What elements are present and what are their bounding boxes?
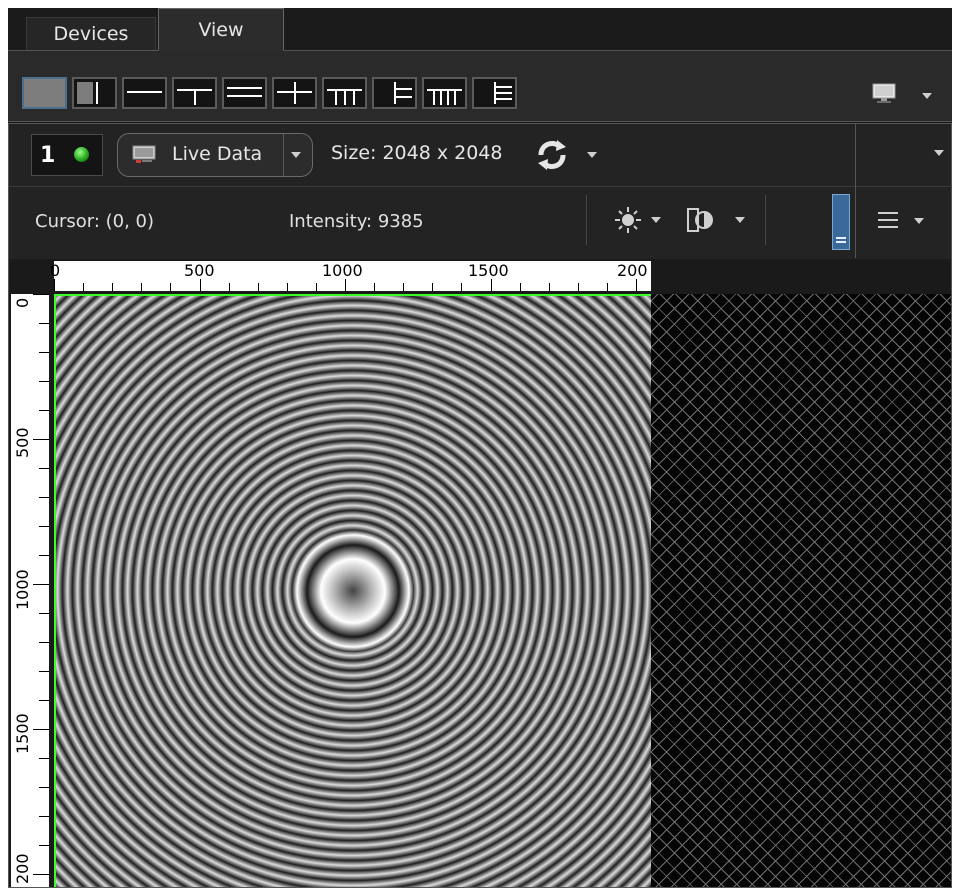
layout-toolbar — [8, 51, 952, 122]
layout-one-top-five-bottom-button[interactable] — [422, 77, 467, 109]
ruler-scale: 0 500 1000 1500 200 — [50, 261, 651, 291]
chevron-down-icon[interactable] — [934, 150, 944, 156]
layout-three-rows-button[interactable] — [222, 77, 267, 109]
chevron-down-icon — [922, 93, 932, 99]
interference-image[interactable] — [54, 294, 651, 887]
divider — [586, 195, 587, 245]
scrollbar-thumb[interactable] — [832, 194, 850, 250]
cursor-position-text: Cursor: (0, 0) — [35, 211, 155, 232]
ruler-label: 1500 — [468, 261, 509, 280]
contrast-icon[interactable] — [685, 205, 715, 235]
brightness-icon[interactable] — [613, 205, 643, 235]
horizontal-ruler: 0 500 1000 1500 200 — [9, 259, 951, 294]
refresh-icon[interactable] — [535, 138, 569, 172]
ruler-label: 1500 — [13, 713, 32, 754]
ruler-label: 0 — [50, 261, 61, 280]
layout-left-plus-three-right-button[interactable] — [372, 77, 417, 109]
chevron-down-icon[interactable] — [914, 218, 924, 224]
ruler-label: 200 — [617, 261, 648, 280]
ruler-label: 1000 — [13, 569, 32, 610]
ruler-label: 1000 — [322, 261, 363, 280]
divider — [765, 195, 766, 245]
viewer-status-bar: Cursor: (0, 0) Intensity: 9385 — [9, 186, 855, 259]
ruler-label: 500 — [184, 261, 215, 280]
ruler-label: 0 — [13, 297, 32, 308]
layout-left-plus-four-right-button[interactable] — [472, 77, 517, 109]
refresh-dropdown-arrow-icon[interactable] — [587, 152, 597, 158]
image-viewer-panel: 1 Live Data Size: 2048 x 2048 Cursor: (0… — [8, 123, 952, 888]
layout-display-dropdown[interactable] — [866, 79, 936, 109]
source-label: Live Data — [172, 143, 263, 165]
dropdown-divider — [283, 134, 284, 176]
divider — [856, 186, 952, 187]
roi-border-top — [54, 294, 651, 296]
monitor-icon — [872, 83, 896, 103]
app-window: Devices View 1 Live Data Size: 2048 x 20… — [8, 8, 952, 888]
camera-monitor-icon — [132, 145, 156, 163]
layout-one-top-two-bottom-button[interactable] — [172, 77, 217, 109]
source-dropdown[interactable]: Live Data — [117, 133, 313, 177]
layout-two-by-two-button[interactable] — [272, 77, 317, 109]
layout-split-horizontal-button[interactable] — [122, 77, 167, 109]
grip-icon — [836, 237, 846, 243]
viewer-header: 1 Live Data Size: 2048 x 2048 — [9, 124, 855, 186]
viewer-side-controls — [855, 124, 952, 258]
chevron-down-icon — [291, 152, 301, 158]
tab-view[interactable]: View — [158, 8, 284, 51]
ruler-label: 500 — [13, 427, 32, 458]
image-display-area[interactable]: 0 500 1000 1500 200 0 500 1000 1500 200 — [9, 259, 951, 887]
brightness-dropdown-arrow-icon[interactable] — [651, 217, 661, 223]
intensity-text: Intensity: 9385 — [289, 211, 424, 232]
status-led-icon — [74, 147, 89, 162]
roi-border-left — [54, 294, 56, 887]
channel-indicator[interactable]: 1 — [31, 134, 103, 176]
ruler-label: 200 — [13, 853, 32, 884]
menu-icon[interactable] — [878, 212, 898, 228]
layout-one-top-four-bottom-button[interactable] — [322, 77, 367, 109]
layout-single-button[interactable] — [22, 77, 67, 109]
vertical-ruler: 0 500 1000 1500 200 — [9, 294, 54, 887]
image-center-fringe — [292, 530, 414, 652]
ruler-scale: 0 500 1000 1500 200 — [11, 294, 49, 887]
channel-number: 1 — [40, 143, 56, 168]
tab-bar: Devices View — [8, 8, 952, 51]
contrast-dropdown-arrow-icon[interactable] — [735, 217, 745, 223]
image-size-text: Size: 2048 x 2048 — [331, 142, 503, 164]
layout-split-vertical-button[interactable] — [72, 77, 117, 109]
tab-devices[interactable]: Devices — [26, 17, 156, 50]
